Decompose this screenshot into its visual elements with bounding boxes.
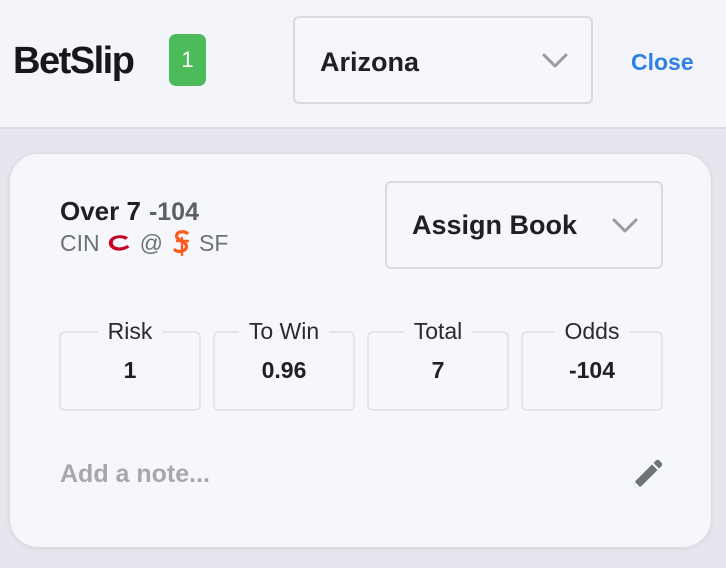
note-input[interactable]: Add a note... [60, 458, 210, 490]
total-value: 7 [431, 357, 445, 383]
bet-pick: Over 7 [60, 196, 141, 226]
away-team: CIN [60, 229, 100, 256]
state-select[interactable]: Arizona [293, 16, 593, 104]
assign-book-label: Assign Book [412, 210, 578, 240]
bet-line: Over 7 -104 [60, 196, 199, 231]
to-win-label: To Win [213, 317, 355, 345]
state-select-value: Arizona [320, 47, 420, 77]
total-label: Total [367, 317, 509, 345]
pencil-icon[interactable] [630, 458, 664, 492]
chevron-down-icon [612, 218, 638, 233]
odds-value: -104 [568, 357, 616, 383]
bet-card: Over 7 -104 CIN @ SF Assign Book Risk 1 T… [10, 154, 711, 547]
to-win-value: 0.96 [261, 357, 307, 383]
close-button[interactable]: Close [631, 48, 694, 76]
chevron-down-icon [542, 53, 568, 68]
odds-label: Odds [521, 317, 663, 345]
betslip-header: BetSlip 1 Arizona Close [0, 0, 726, 129]
risk-label: Risk [59, 317, 201, 345]
at-symbol: @ [139, 229, 163, 256]
matchup: CIN @ SF [60, 228, 228, 258]
risk-value: 1 [123, 357, 137, 383]
assign-book-select[interactable]: Assign Book [385, 181, 663, 269]
betslip-title: BetSlip [13, 40, 135, 82]
giants-logo-icon [173, 230, 190, 257]
bet-odds: -104 [148, 198, 199, 226]
home-team: SF [198, 229, 229, 256]
reds-logo-icon [108, 235, 130, 251]
bet-count-badge: 1 [169, 34, 206, 86]
